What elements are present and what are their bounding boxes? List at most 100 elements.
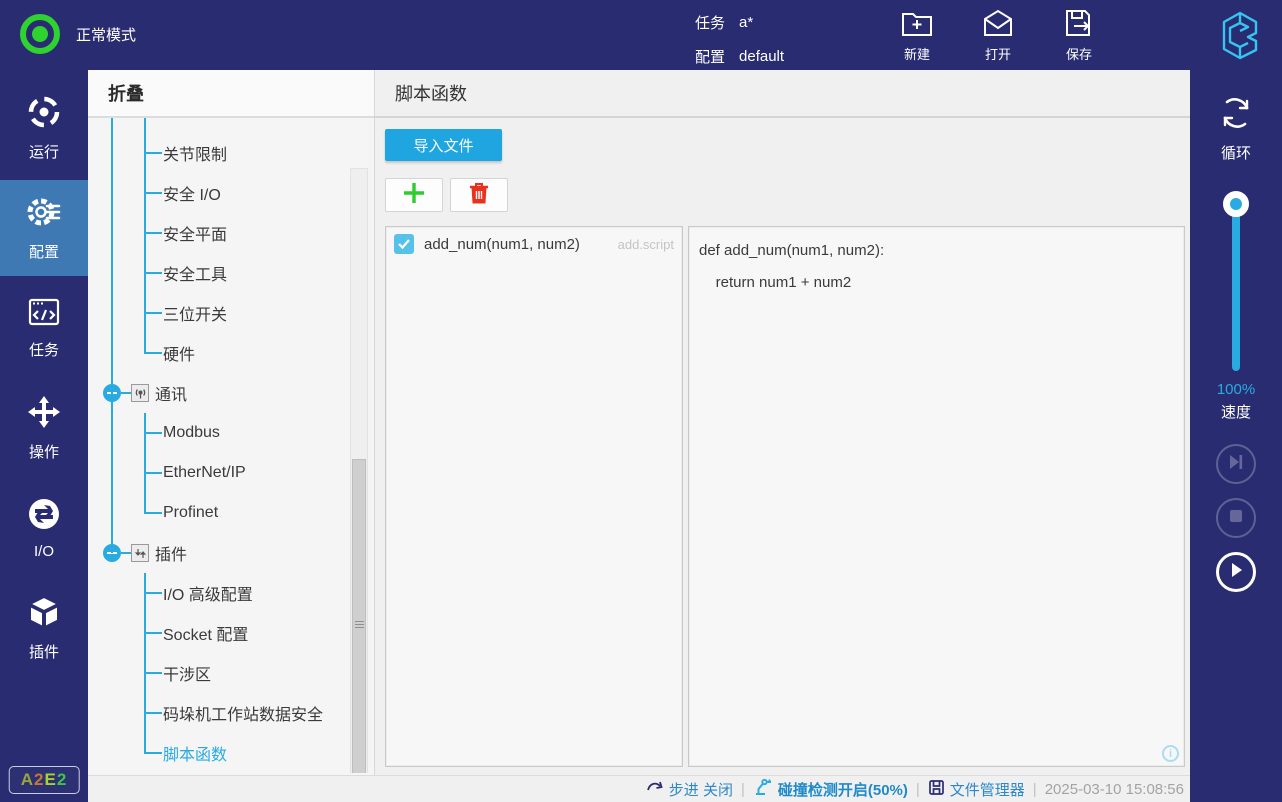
play-icon xyxy=(1227,561,1245,584)
delete-function-button[interactable] xyxy=(450,178,508,212)
step-arrow-icon xyxy=(646,779,664,799)
config-label: 配置 xyxy=(695,46,725,67)
collision-detection-status[interactable]: 碰撞检测开启(50%) xyxy=(753,778,908,800)
open-button[interactable]: 打开 xyxy=(963,8,1033,63)
config-tree: 关节限制 安全 I/O 安全平面 安全工具 三位开关 硬件 通讯 Modbus … xyxy=(88,118,374,773)
tree-item-joint-limits[interactable]: 关节限制 xyxy=(88,133,374,173)
collapse-minus-icon[interactable] xyxy=(103,544,121,562)
nav-item-io[interactable]: I/O xyxy=(0,480,88,576)
tree-item-safety-io[interactable]: 安全 I/O xyxy=(88,173,374,213)
script-list-item[interactable]: add_num(num1, num2) add.script xyxy=(386,227,682,261)
checkbox-checked-icon[interactable] xyxy=(394,234,414,254)
nav-item-task[interactable]: 任务 xyxy=(0,280,88,376)
tree-item-io-advanced-config[interactable]: I/O 高级配置 xyxy=(88,573,374,613)
play-button[interactable] xyxy=(1216,552,1256,592)
tree-item-safety-plane[interactable]: 安全平面 xyxy=(88,213,374,253)
right-control-bar: 循环 100% 速度 xyxy=(1190,70,1282,802)
io-icon xyxy=(26,496,62,536)
tree-item-three-position-switch[interactable]: 三位开关 xyxy=(88,293,374,333)
tree-item-safety-tool[interactable]: 安全工具 xyxy=(88,253,374,293)
stop-icon xyxy=(1228,508,1244,529)
separator: | xyxy=(741,781,745,798)
tree-item-socket-config[interactable]: Socket 配置 xyxy=(88,613,374,653)
new-button[interactable]: 新建 xyxy=(882,8,952,63)
tree-item-script-functions[interactable]: 脚本函数 xyxy=(88,733,374,773)
config-tree-panel: 折叠 xyxy=(88,70,375,775)
tree-node-communication[interactable]: 通讯 xyxy=(88,373,374,413)
tree-item-ethernet-ip[interactable]: EtherNet/IP xyxy=(88,453,374,493)
antenna-icon xyxy=(131,384,149,402)
nav-item-config[interactable]: 配置 xyxy=(0,180,88,276)
tree-item-hardware[interactable]: 硬件 xyxy=(88,333,374,373)
nav-item-label: 操作 xyxy=(29,441,59,462)
badge-letter: E xyxy=(44,770,56,789)
collapse-minus-icon[interactable] xyxy=(103,384,121,402)
tree-scrollbar[interactable] xyxy=(350,168,368,773)
separator: | xyxy=(916,781,920,798)
skip-next-icon xyxy=(1227,453,1245,476)
nav-item-label: 运行 xyxy=(29,141,59,162)
tree-item-palletizer-data-safety[interactable]: 码垛机工作站数据安全 xyxy=(88,693,374,733)
config-gear-icon xyxy=(25,194,63,234)
step-next-button[interactable] xyxy=(1216,444,1256,484)
script-function-name: add_num(num1, num2) xyxy=(424,236,580,253)
nav-item-label: I/O xyxy=(34,543,54,560)
move-arrows-icon xyxy=(26,394,62,434)
nav-item-label: 配置 xyxy=(29,241,59,262)
step-mode-status[interactable]: 步进 关闭 xyxy=(646,779,733,800)
save-button[interactable]: 保存 xyxy=(1044,8,1114,63)
mode-indicator: 正常模式 xyxy=(20,14,136,54)
status-bar: 步进 关闭 | 碰撞检测开启(50%) | 文件管理器 | xyxy=(88,775,1190,802)
loop-toggle[interactable]: 循环 xyxy=(1215,92,1257,163)
tree-item-interference-zone[interactable]: 干涉区 xyxy=(88,653,374,693)
slider-track[interactable] xyxy=(1232,199,1240,371)
config-value: default xyxy=(739,48,784,65)
mode-status-icon xyxy=(20,14,60,54)
task-info: 任务 a* 配置 default xyxy=(695,9,784,77)
version-badge[interactable]: A2E2 xyxy=(9,766,80,794)
tree-item-profinet[interactable]: Profinet xyxy=(88,493,374,533)
import-file-button[interactable]: 导入文件 xyxy=(385,129,502,161)
save-button-label: 保存 xyxy=(1066,44,1092,63)
page-title: 脚本函数 xyxy=(375,70,1190,118)
robot-arm-icon xyxy=(753,778,773,800)
system-timestamp: 2025-03-10 15:08:56 xyxy=(1045,781,1184,798)
scrollbar-thumb[interactable] xyxy=(352,459,366,773)
code-line: def add_num(num1, num2): xyxy=(699,235,1174,267)
updown-arrows-icon xyxy=(131,544,149,562)
plugin-cube-icon xyxy=(26,594,62,634)
save-icon xyxy=(1062,8,1096,41)
badge-letter: A xyxy=(21,770,34,789)
main-panel: 脚本函数 导入文件 xyxy=(375,70,1190,775)
nav-item-run[interactable]: 运行 xyxy=(0,80,88,176)
badge-letter: 2 xyxy=(57,770,67,789)
brand-logo-icon xyxy=(1214,9,1266,66)
run-icon xyxy=(26,94,62,134)
nav-item-label: 任务 xyxy=(29,339,59,360)
tree-node-plugin[interactable]: 插件 xyxy=(88,533,374,573)
script-file-name: add.script xyxy=(618,237,674,252)
plus-icon xyxy=(401,180,427,211)
slider-knob[interactable] xyxy=(1223,191,1249,217)
mode-label: 正常模式 xyxy=(76,24,136,45)
collapse-header[interactable]: 折叠 xyxy=(88,70,374,118)
add-function-button[interactable] xyxy=(385,178,443,212)
trash-icon xyxy=(468,181,490,210)
open-file-icon xyxy=(981,8,1015,41)
info-icon: i xyxy=(1162,745,1179,762)
tree-item-modbus[interactable]: Modbus xyxy=(88,413,374,453)
file-manager-icon xyxy=(928,779,945,800)
stop-button[interactable] xyxy=(1216,498,1256,538)
left-nav: 运行 配置 任务 xyxy=(0,70,88,802)
speed-label: 速度 xyxy=(1221,401,1251,422)
nav-item-operate[interactable]: 操作 xyxy=(0,380,88,476)
loop-icon xyxy=(1215,92,1257,138)
script-code-panel[interactable]: def add_num(num1, num2): return num1 + n… xyxy=(688,226,1185,767)
speed-percent: 100% xyxy=(1217,381,1255,398)
badge-letter: 2 xyxy=(34,770,44,789)
speed-slider[interactable] xyxy=(1223,191,1249,371)
loop-label: 循环 xyxy=(1221,142,1251,163)
file-manager-status[interactable]: 文件管理器 xyxy=(928,779,1025,800)
nav-item-label: 插件 xyxy=(29,641,59,662)
nav-item-plugin[interactable]: 插件 xyxy=(0,580,88,676)
